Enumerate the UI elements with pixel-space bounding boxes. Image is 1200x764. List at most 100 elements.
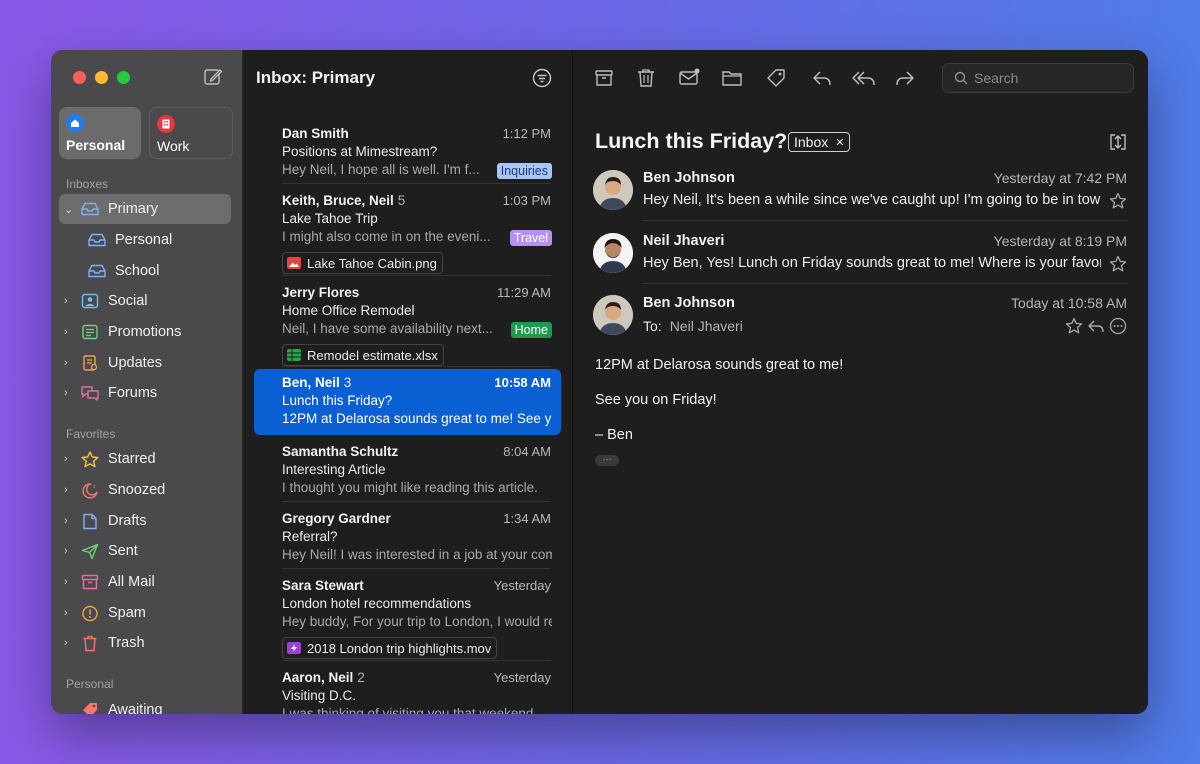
star-icon[interactable] bbox=[1065, 317, 1083, 335]
sidebar-item-starred[interactable]: › Starred bbox=[59, 444, 231, 474]
message-sender: Sara Stewart bbox=[282, 578, 364, 593]
sidebar-item-label: Sent bbox=[108, 543, 138, 559]
reply-all-icon[interactable] bbox=[851, 67, 877, 89]
list-item[interactable]: Samantha Schultz 8:04 AM Interesting Art… bbox=[254, 438, 561, 502]
sidebar-item-awaiting[interactable]: Awaiting bbox=[59, 695, 231, 714]
compose-icon[interactable] bbox=[203, 67, 223, 87]
minimize-window-button[interactable] bbox=[95, 71, 108, 84]
sidebar-item-promotions[interactable]: › Promotions bbox=[59, 317, 231, 347]
account-name: Work bbox=[157, 138, 190, 154]
mark-unread-icon[interactable] bbox=[678, 67, 700, 89]
chevron-right-icon[interactable]: › bbox=[64, 545, 76, 557]
chevron-right-icon[interactable]: › bbox=[64, 637, 76, 649]
list-item-selected[interactable]: Ben, Neil 3 10:58 AM Lunch this Friday? 1… bbox=[254, 369, 561, 435]
sidebar-item-updates[interactable]: › Updates bbox=[59, 348, 231, 378]
label-tag[interactable]: Travel bbox=[509, 230, 552, 246]
account-work[interactable]: Work bbox=[149, 107, 233, 159]
image-file-icon bbox=[287, 257, 301, 269]
message-sender: Aaron, Neil 2 bbox=[282, 670, 365, 685]
list-item[interactable]: Sara Stewart Yesterday London hotel reco… bbox=[254, 572, 561, 661]
sidebar-item-label: All Mail bbox=[108, 574, 155, 590]
chevron-right-icon[interactable]: › bbox=[64, 515, 76, 527]
recipient-name[interactable]: Neil Jhaveri bbox=[670, 318, 743, 334]
snooze-icon: z bbox=[80, 481, 100, 499]
label-tag[interactable]: Home bbox=[510, 322, 552, 338]
chevron-right-icon[interactable]: › bbox=[64, 453, 76, 465]
sidebar-item-social[interactable]: › Social bbox=[59, 286, 231, 316]
search-field[interactable]: Search bbox=[942, 63, 1134, 93]
sidebar-item-snoozed[interactable]: › z Snoozed bbox=[59, 475, 231, 505]
sidebar-item-trash[interactable]: › Trash bbox=[59, 628, 231, 658]
sidebar: Personal Work Inboxes ⌄ Primary Personal… bbox=[51, 50, 243, 714]
divider bbox=[643, 220, 1128, 221]
star-icon[interactable] bbox=[1109, 255, 1127, 273]
sidebar-item-drafts[interactable]: › Drafts bbox=[59, 506, 231, 536]
show-quoted-text-button[interactable]: ··· bbox=[595, 455, 619, 466]
thread-label-chip[interactable]: Inbox ✕ bbox=[788, 132, 851, 152]
star-icon[interactable] bbox=[1109, 192, 1127, 210]
forward-icon[interactable] bbox=[894, 67, 916, 89]
divider bbox=[282, 568, 551, 569]
message-time: 1:03 PM bbox=[502, 193, 551, 208]
zoom-window-button[interactable] bbox=[117, 71, 130, 84]
attachment-chip[interactable]: Remodel estimate.xlsx bbox=[282, 344, 444, 366]
account-name: Personal bbox=[66, 137, 126, 153]
sidebar-item-school[interactable]: School bbox=[59, 256, 231, 286]
chevron-right-icon[interactable]: › bbox=[64, 295, 76, 307]
paper-plane-icon bbox=[80, 542, 100, 560]
sidebar-item-personal[interactable]: Personal bbox=[59, 225, 231, 255]
list-item[interactable]: Gregory Gardner 1:34 AM Referral? Hey Ne… bbox=[254, 505, 561, 569]
thread-sender: Neil Jhaveri bbox=[643, 233, 725, 249]
list-item[interactable]: Aaron, Neil 2 Yesterday Visiting D.C. I w… bbox=[254, 664, 561, 714]
message-time: Yesterday bbox=[493, 578, 551, 593]
label-tag-icon[interactable] bbox=[765, 67, 787, 89]
list-item[interactable]: Jerry Flores 11:29 AM Home Office Remode… bbox=[254, 279, 561, 367]
message-preview: Hey buddy, For your trip to London, I wo… bbox=[282, 614, 552, 629]
trash-icon bbox=[80, 634, 100, 652]
thread-preview: Hey Ben, Yes! Lunch on Friday sounds gre… bbox=[643, 255, 1101, 271]
building-icon bbox=[157, 115, 175, 133]
move-folder-icon[interactable] bbox=[721, 67, 743, 89]
chevron-right-icon[interactable]: › bbox=[64, 387, 76, 399]
message-time: 10:58 AM bbox=[494, 375, 551, 390]
sidebar-item-all-mail[interactable]: › All Mail bbox=[59, 567, 231, 597]
thread-count: 2 bbox=[357, 670, 365, 685]
chevron-right-icon[interactable]: › bbox=[64, 576, 76, 588]
expand-thread-icon[interactable] bbox=[1108, 132, 1128, 152]
chevron-right-icon[interactable]: › bbox=[64, 484, 76, 496]
thread-message-expanded[interactable]: Ben Johnson Today at 10:58 AM To: Neil Jh… bbox=[593, 295, 1127, 339]
thread-subject: Lunch this Friday? bbox=[595, 129, 788, 153]
message-sender: Ben, Neil 3 bbox=[282, 375, 352, 390]
thread-message[interactable]: Neil Jhaveri Yesterday at 8:19 PM Hey Be… bbox=[593, 233, 1127, 277]
close-window-button[interactable] bbox=[73, 71, 86, 84]
more-options-icon[interactable] bbox=[1109, 317, 1127, 335]
sidebar-item-label: Personal bbox=[115, 232, 173, 248]
sidebar-item-forums[interactable]: › Forums bbox=[59, 378, 231, 408]
sidebar-item-primary[interactable]: ⌄ Primary bbox=[59, 194, 231, 224]
chevron-right-icon[interactable]: › bbox=[64, 607, 76, 619]
chevron-right-icon[interactable]: › bbox=[64, 326, 76, 338]
thread-label: Inbox bbox=[794, 134, 829, 150]
message-preview: I thought you might like reading this ar… bbox=[282, 480, 538, 495]
message-time: 11:29 AM bbox=[497, 285, 551, 300]
attachment-chip[interactable]: Lake Tahoe Cabin.png bbox=[282, 252, 443, 274]
account-personal[interactable]: Personal bbox=[59, 107, 141, 159]
message-sender: Jerry Flores bbox=[282, 285, 360, 300]
reply-icon[interactable] bbox=[811, 67, 833, 89]
label-tag[interactable]: Inquiries bbox=[496, 163, 552, 179]
sidebar-item-spam[interactable]: › Spam bbox=[59, 598, 231, 628]
message-preview: I might also come in on the eveni... bbox=[282, 229, 491, 244]
remove-label-icon[interactable]: ✕ bbox=[835, 136, 844, 149]
attachment-chip[interactable]: 2018 London trip highlights.mov bbox=[282, 637, 498, 659]
thread-message[interactable]: Ben Johnson Yesterday at 7:42 PM Hey Nei… bbox=[593, 170, 1127, 214]
chevron-down-icon[interactable]: ⌄ bbox=[64, 203, 76, 216]
reply-icon[interactable] bbox=[1087, 317, 1105, 335]
sidebar-item-sent[interactable]: › Sent bbox=[59, 536, 231, 566]
window-controls bbox=[73, 71, 130, 84]
filter-icon[interactable] bbox=[532, 68, 552, 88]
list-item[interactable]: Dan Smith 1:12 PM Positions at Mimestrea… bbox=[254, 120, 561, 184]
list-item[interactable]: Keith, Bruce, Neil 5 1:03 PM Lake Tahoe T… bbox=[254, 187, 561, 276]
archive-icon[interactable] bbox=[593, 67, 615, 89]
trash-icon[interactable] bbox=[635, 67, 657, 89]
chevron-right-icon[interactable]: › bbox=[64, 357, 76, 369]
